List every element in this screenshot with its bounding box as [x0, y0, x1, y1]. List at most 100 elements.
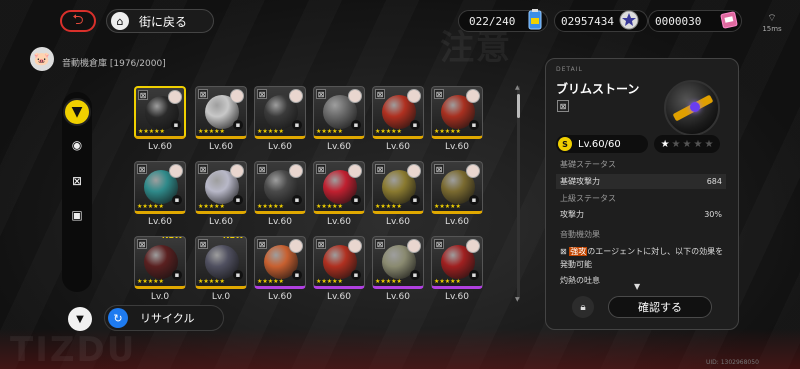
confirm-button[interactable]: 確認する	[608, 296, 712, 318]
engine-card[interactable]: ⊠ ▪ ★★★★★	[254, 161, 306, 214]
lock-icon: ▪	[292, 195, 302, 205]
agent-avatar	[466, 239, 480, 253]
lock-icon: ▪	[351, 120, 361, 130]
agent-avatar	[230, 164, 244, 178]
engine-card[interactable]: ⊠ ▪ ★★★★★	[431, 236, 483, 289]
refinement-stars: ★ ★ ★ ★ ★	[654, 135, 720, 153]
polychrome-icon[interactable]	[718, 7, 740, 33]
star-icon: ★	[671, 138, 681, 150]
lock-icon: 🔒︎	[580, 301, 586, 313]
lock-button[interactable]: 🔒︎	[572, 296, 594, 318]
star-rating: ★★★★★	[316, 278, 343, 285]
engine-card[interactable]: ⊠ ▪ ★★★★★	[134, 86, 186, 139]
engine-card[interactable]: ⊠ ▪ ★★★★★	[134, 161, 186, 214]
lock-icon: ▪	[469, 195, 479, 205]
engine-card[interactable]: ⊠ ▪ ★★★★★	[313, 86, 365, 139]
star-rating: ★★★★★	[375, 128, 402, 135]
scroll-down-icon: ▼	[515, 296, 520, 303]
background-graffiti: TIZDU	[10, 330, 137, 369]
base-stat-row: 基礎攻撃力 684	[556, 174, 726, 189]
rank-icon: ⊠	[434, 164, 444, 174]
new-badge: NEW!	[223, 237, 246, 240]
rank-icon: ⊠	[316, 164, 326, 174]
disc-icon: ◉	[71, 138, 83, 152]
upper-status-label: 上級ステータス	[560, 194, 616, 203]
lock-icon: ▪	[172, 270, 182, 280]
rank-icon: ⊠	[137, 239, 147, 249]
rank-icon: ⊠	[198, 89, 208, 99]
lock-icon: ▪	[410, 195, 420, 205]
engine-level-label: Lv.60	[148, 142, 172, 152]
rank-icon: ⊠	[375, 89, 385, 99]
expand-down-icon[interactable]: ▼	[634, 282, 640, 291]
engine-level-label: Lv.0	[211, 292, 231, 302]
agent-avatar	[289, 164, 303, 178]
engine-card[interactable]: ⊠ ▪ ★★★★★	[313, 236, 365, 289]
module-tab[interactable]: ⊠	[66, 170, 88, 192]
home-icon: ⌂	[111, 12, 129, 30]
rank-icon: ⊠	[434, 89, 444, 99]
engine-level-label: Lv.60	[445, 142, 469, 152]
engine-level-label: Lv.60	[327, 217, 351, 227]
engine-card[interactable]: ⊠ ▪ ★★★★★	[372, 86, 424, 139]
agent-avatar	[289, 239, 303, 253]
engine-level-label: Lv.60	[386, 142, 410, 152]
engine-level-label: Lv.60	[386, 292, 410, 302]
lock-icon: ▪	[351, 195, 361, 205]
engine-card[interactable]: ⊠ NEW! ▪ ★★★★★	[134, 236, 186, 289]
recycle-button[interactable]: ↻ リサイクル	[104, 305, 224, 331]
safe-icon: ▣	[71, 208, 83, 222]
engine-card[interactable]: ⊠ ▪ ★★★★★	[195, 86, 247, 139]
engine-card[interactable]: ⊠ ▪ ★★★★★	[195, 161, 247, 214]
engine-card[interactable]: ⊠ ▪ ★★★★★	[254, 86, 306, 139]
dennies-coin-icon	[618, 7, 640, 33]
engine-card[interactable]: ⊠ ▪ ★★★★★	[313, 161, 365, 214]
return-to-city-button[interactable]: ⌂ 街に戻る	[106, 9, 214, 33]
wifi-icon: ⌔	[767, 13, 777, 24]
lock-icon: ▪	[233, 120, 243, 130]
return-arrow-icon: ⮌	[72, 12, 84, 28]
star-icon: ★	[693, 138, 703, 150]
engine-level-label: Lv.60	[386, 217, 410, 227]
engine-card[interactable]: ⊠ ▪ ★★★★★	[372, 161, 424, 214]
engine-level-label: Lv.60	[148, 217, 172, 227]
bangboo-tab[interactable]: ▼	[63, 98, 91, 126]
star-rating: ★★★★★	[198, 278, 225, 285]
rank-icon: ⊠	[257, 239, 267, 249]
engine-card[interactable]: ⊠ ▪ ★★★★★	[372, 236, 424, 289]
star-rating: ★★★★★	[138, 128, 165, 135]
engine-card[interactable]: ⊠ ▪ ★★★★★	[254, 236, 306, 289]
rank-icon: ⊠	[137, 164, 147, 174]
back-button[interactable]: ⮌	[60, 10, 96, 32]
engine-level-label: Lv.60	[268, 292, 292, 302]
engine-card[interactable]: ⊠ ▪ ★★★★★	[431, 161, 483, 214]
rank-s-icon: ⊠	[557, 100, 569, 112]
disc-tab[interactable]: ◉	[66, 134, 88, 156]
engine-level-label: Lv.60	[209, 142, 233, 152]
engine-level-label: Lv.60	[209, 217, 233, 227]
engine-card[interactable]: ⊠ NEW! ▪ ★★★★★	[195, 236, 247, 289]
grid-scrollbar[interactable]	[517, 86, 520, 300]
effect-label: 音動機効果	[560, 230, 600, 239]
lock-icon: ▪	[469, 120, 479, 130]
star-icon: ★	[704, 138, 714, 150]
star-rating: ★★★★★	[316, 203, 343, 210]
engine-level-label: Lv.60	[327, 292, 351, 302]
star-rating: ★★★★★	[137, 203, 164, 210]
star-rating: ★★★★★	[198, 128, 225, 135]
return-to-city-label: 街に戻る	[139, 14, 188, 29]
agent-avatar	[168, 90, 182, 104]
sort-filter-button[interactable]: ▼	[68, 307, 92, 331]
engine-image	[664, 80, 720, 136]
grid-scroll-thumb[interactable]	[517, 94, 520, 118]
star-rating: ★★★★★	[434, 203, 461, 210]
engine-card[interactable]: ⊠ ▪ ★★★★★	[431, 86, 483, 139]
agent-avatar	[230, 89, 244, 103]
lock-icon: ▪	[351, 270, 361, 280]
battery-icon[interactable]	[524, 7, 546, 33]
lock-tab[interactable]: ▣	[66, 204, 88, 226]
engine-level-label: Lv.60	[268, 217, 292, 227]
star-icon: ★	[682, 138, 692, 150]
network-status: ⌔ 15ms	[758, 12, 786, 33]
agent-avatar	[169, 164, 183, 178]
